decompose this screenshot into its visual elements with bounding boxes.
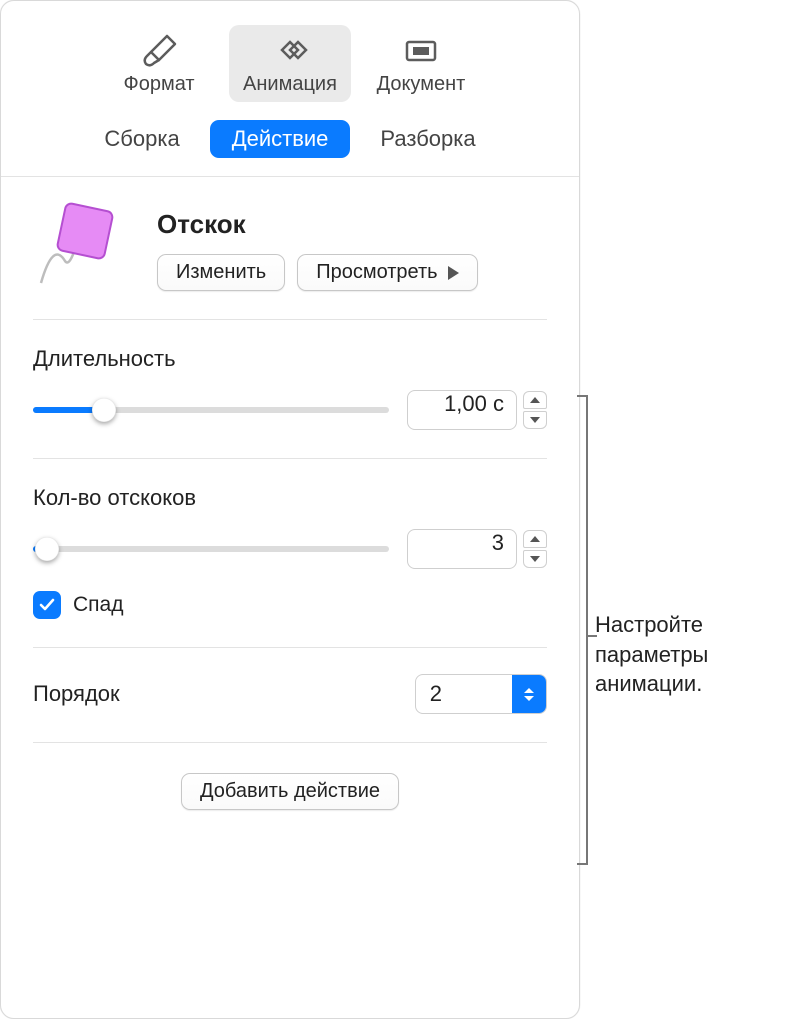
effect-header: Отскок Изменить Просмотреть (33, 201, 547, 320)
callout-bracket (577, 395, 595, 865)
callout-text: Настройте параметры анимации. (595, 610, 795, 699)
play-icon (448, 266, 459, 280)
duration-step-down[interactable] (523, 411, 547, 429)
animation-tab[interactable]: Анимация (229, 25, 351, 102)
bounces-field[interactable]: 3 (407, 529, 517, 569)
duration-step-up[interactable] (523, 391, 547, 409)
check-icon (38, 596, 56, 614)
bounces-section: Кол-во отскоков 3 (33, 459, 547, 648)
preview-button[interactable]: Просмотреть (297, 254, 477, 291)
bounces-stepper (523, 530, 547, 568)
inspector-content: Отскок Изменить Просмотреть Длительность (1, 177, 579, 840)
duration-section: Длительность 1,00 с (33, 320, 547, 459)
order-value: 2 (416, 681, 512, 707)
format-tab[interactable]: Формат (99, 25, 219, 102)
duration-field[interactable]: 1,00 с (407, 390, 517, 430)
brush-icon (137, 33, 181, 67)
inspector-panel: Формат Анимация Документ Сборка Действие… (0, 0, 580, 1019)
bounces-slider[interactable] (33, 537, 389, 561)
bounces-label: Кол-во отскоков (33, 485, 547, 511)
document-label: Документ (377, 73, 466, 96)
animation-icon (268, 33, 312, 67)
change-effect-button[interactable]: Изменить (157, 254, 285, 291)
duration-label: Длительность (33, 346, 547, 372)
format-label: Формат (124, 73, 195, 96)
add-action-button[interactable]: Добавить действие (181, 773, 399, 810)
footer: Добавить действие (33, 743, 547, 840)
tab-action[interactable]: Действие (210, 120, 351, 158)
tab-build-in[interactable]: Сборка (82, 120, 201, 158)
order-label: Порядок (33, 681, 120, 707)
duration-slider[interactable] (33, 398, 389, 422)
effect-thumbnail (33, 201, 137, 291)
inspector-toolbar: Формат Анимация Документ (1, 1, 579, 114)
document-icon (399, 33, 443, 67)
bounces-step-down[interactable] (523, 550, 547, 568)
tab-build-out[interactable]: Разборка (358, 120, 497, 158)
duration-stepper (523, 391, 547, 429)
decay-checkbox[interactable] (33, 591, 61, 619)
document-tab[interactable]: Документ (361, 25, 481, 102)
decay-label: Спад (73, 593, 123, 617)
animation-label: Анимация (243, 73, 337, 96)
order-select[interactable]: 2 (415, 674, 547, 714)
order-section: Порядок 2 (33, 648, 547, 743)
select-stepper-icon (512, 675, 546, 713)
effect-title: Отскок (157, 209, 547, 240)
bounces-step-up[interactable] (523, 530, 547, 548)
animation-subtabs: Сборка Действие Разборка (1, 114, 579, 177)
